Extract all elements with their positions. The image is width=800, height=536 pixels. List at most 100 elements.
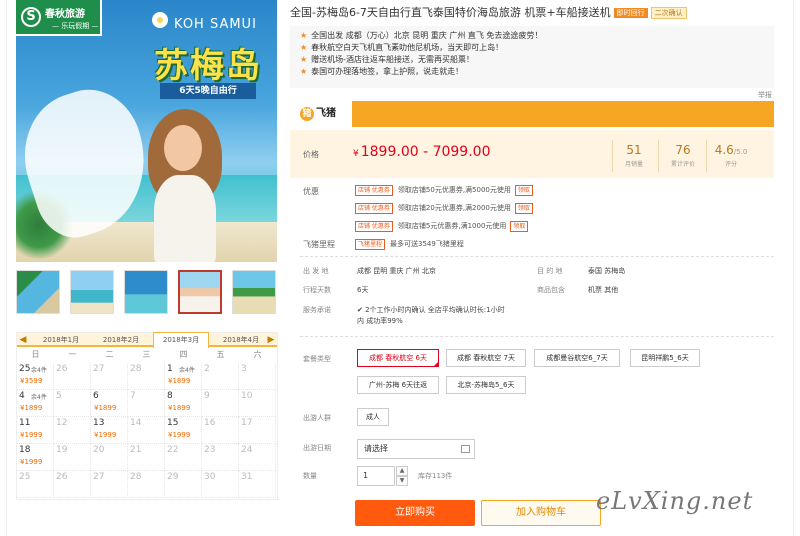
report-link[interactable]: 举报	[758, 90, 772, 100]
calendar-day[interactable]: 6 ¥1899	[91, 390, 128, 417]
day-price: ¥1999	[20, 458, 43, 466]
calendar-day[interactable]: 4 余4件 ¥1899	[17, 390, 54, 417]
add-to-cart-button[interactable]: 加入购物车	[481, 500, 601, 526]
day-number: 20	[93, 445, 105, 455]
package-option[interactable]: 北京-苏梅岛5_6天	[446, 376, 526, 394]
thumbnail-5[interactable]	[232, 270, 276, 314]
calendar-day: 23	[202, 444, 239, 471]
next-month-icon[interactable]: ▶	[265, 333, 277, 347]
day-number: 30	[204, 472, 216, 482]
month-tab-jan[interactable]: 2018年1月	[33, 333, 89, 347]
stat-reviews[interactable]: 76 累计评价	[660, 143, 706, 168]
divider	[658, 140, 659, 172]
day-number: 19	[56, 445, 68, 455]
calendar-day: 27	[91, 471, 128, 498]
coupon-claim-button[interactable]: 领取	[510, 221, 529, 232]
month-tab-feb[interactable]: 2018年2月	[93, 333, 149, 347]
weekday-label: 三	[142, 350, 151, 359]
calendar-day: 28	[128, 471, 165, 498]
day-price: ¥1899	[94, 404, 117, 412]
decrease-icon[interactable]: ▼	[396, 476, 408, 486]
day-number: 14	[130, 418, 142, 428]
thumbnail-1[interactable]	[16, 270, 60, 314]
feature-item: ★ 春秋航空白天飞机直飞素叻他尼机场，当天即可上岛！	[300, 43, 504, 52]
weekday-label: 五	[216, 350, 225, 359]
package-option[interactable]: 广州-苏梅 6天往返	[357, 376, 439, 394]
price-range: ¥1899.00 - 7099.00	[353, 144, 491, 160]
quantity-stepper[interactable]: ▲ ▼	[396, 466, 408, 486]
day-number: 6	[93, 391, 99, 401]
calendar-day: 25	[17, 471, 54, 498]
month-tab-apr[interactable]: 2018年4月	[213, 333, 269, 347]
calendar-day: 31	[239, 471, 276, 498]
day-price: ¥1999	[20, 431, 43, 439]
calendar-day: 7	[128, 390, 165, 417]
thumbnail-3[interactable]	[124, 270, 168, 314]
day-number: 1	[167, 364, 173, 374]
weekday-label: 一	[68, 350, 77, 359]
calendar-day: 24	[239, 444, 276, 471]
calendar-day: 26	[54, 363, 91, 390]
package-option[interactable]: 成都曼谷航空6_7天	[534, 349, 620, 367]
price-label: 价格	[303, 150, 319, 159]
calendar-day[interactable]: 13 ¥1999	[91, 417, 128, 444]
day-stock: 余4件	[179, 367, 195, 374]
day-number: 25	[19, 472, 31, 482]
calendar-day[interactable]: 8 ¥1899	[165, 390, 202, 417]
feature-item: ★ 赠送机场-酒店往返车船接送，无需再买船票！	[300, 55, 475, 64]
service-value-2: 内 成功率99%	[357, 317, 403, 325]
package-option[interactable]: 成都 春秋航空 7天	[446, 349, 526, 367]
fliggy-logo: 猪 飞猪	[290, 101, 352, 127]
day-stock: 余4件	[31, 394, 47, 401]
day-price: ¥1999	[168, 431, 191, 439]
package-option[interactable]: 昆明祥鹏5_6天	[630, 349, 700, 367]
logo-title: 春秋旅游	[45, 9, 85, 20]
qty-label: 数量	[303, 472, 317, 480]
day-price: ¥1999	[94, 431, 117, 439]
thumbnail-2[interactable]	[70, 270, 114, 314]
day-number: 27	[93, 472, 105, 482]
day-price: ¥1899	[168, 377, 191, 385]
package-option[interactable]: 成都 春秋航空 6天	[357, 349, 439, 367]
promo-label: 优惠	[303, 187, 319, 196]
quantity-input[interactable]: 1	[357, 466, 395, 486]
coupon-claim-button[interactable]: 领取	[514, 185, 533, 196]
coupon-row: 店铺 优惠券 领取店铺5元优惠券,满1000元使用 领取	[355, 221, 529, 232]
calendar-day[interactable]: 25 余4件 ¥3599	[17, 363, 54, 390]
calendar-day[interactable]: 18 ¥1999	[17, 444, 54, 471]
calendar-day: 29	[165, 471, 202, 498]
calendar-day: 10	[239, 390, 276, 417]
people-option[interactable]: 成人	[357, 408, 389, 426]
hero-image: S 春秋旅游 — 乐玩假期 — KOH SAMUI 苏梅岛 6天5晚自由行	[16, 0, 277, 262]
calendar-day: 14	[128, 417, 165, 444]
destination-cn: 苏梅岛	[154, 46, 262, 86]
calendar-month-bar: ◀ 2018年1月 2018年2月 2018年3月 2018年4月 ▶	[17, 332, 277, 348]
coupon-claim-button[interactable]: 领取	[514, 203, 533, 214]
calendar-day: 2	[202, 363, 239, 390]
calendar-day[interactable]: 15 ¥1999	[165, 417, 202, 444]
day-number: 16	[204, 418, 216, 428]
day-number: 7	[130, 391, 136, 401]
calendar-day: 28	[128, 363, 165, 390]
includes-label: 商品包含	[537, 286, 565, 294]
buy-now-button[interactable]: 立即购买	[355, 500, 475, 526]
calendar-day[interactable]: 11 ¥1999	[17, 417, 54, 444]
day-number: 21	[130, 445, 142, 455]
coupon-tag: 店铺 优惠券	[355, 203, 393, 214]
day-stock: 余4件	[31, 367, 47, 374]
dest-label: 目 的 地	[537, 267, 563, 275]
date-select[interactable]: 请选择	[357, 439, 475, 459]
tag-confirm: 二次确认	[650, 7, 687, 19]
coupon-row: 店铺 优惠券 领取店铺50元优惠券,满5000元使用 领取	[355, 185, 533, 196]
people-label: 出游人群	[303, 414, 331, 422]
day-number: 9	[204, 391, 210, 401]
prev-month-icon[interactable]: ◀	[17, 333, 29, 347]
fliggy-bar: 猪 飞猪	[290, 101, 774, 127]
thumbnail-4[interactable]	[178, 270, 222, 314]
calendar-day[interactable]: 1 余4件 ¥1899	[165, 363, 202, 390]
increase-icon[interactable]: ▲	[396, 466, 408, 476]
month-tab-mar[interactable]: 2018年3月	[153, 332, 209, 348]
package-label: 套餐类型	[303, 355, 331, 363]
day-number: 15	[167, 418, 179, 428]
stock-text: 库存113件	[418, 472, 453, 480]
